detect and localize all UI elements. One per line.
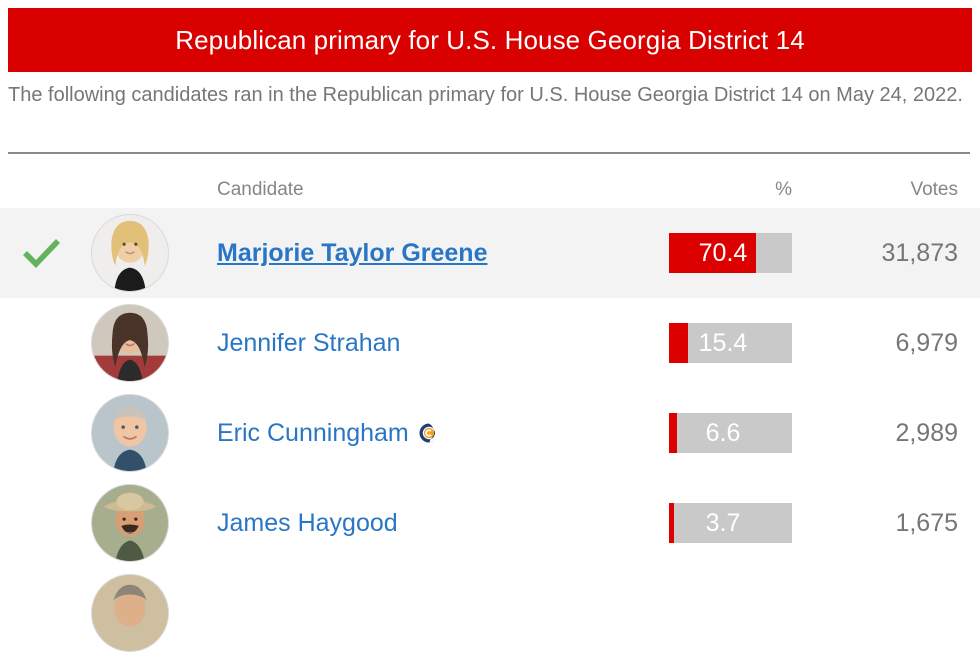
header-avatar-spacer <box>82 170 178 208</box>
header-check-spacer <box>0 170 82 208</box>
check-icon <box>18 230 64 276</box>
page-title: Republican primary for U.S. House Georgi… <box>175 25 805 56</box>
votes-cell: 31,873 <box>825 208 980 298</box>
percent-bar: 3.7 <box>669 503 792 543</box>
votes-value: 1,675 <box>895 509 958 538</box>
election-results-table: Candidate % Votes <box>0 170 980 658</box>
avatar <box>91 484 169 562</box>
candidate-link[interactable]: Marjorie Taylor Greene <box>217 239 487 268</box>
votes-value: 6,979 <box>895 329 958 358</box>
table-row[interactable]: Marjorie Taylor Greene 70.4 31,873 <box>0 208 980 298</box>
table-header-row: Candidate % Votes <box>0 170 980 208</box>
percent-value: 70.4 <box>669 233 792 273</box>
percent-cell: 3.7 <box>639 478 825 568</box>
candidate-link[interactable]: Eric Cunningham <box>217 419 409 448</box>
winner-check-cell <box>0 208 82 298</box>
candidate-name-cell: James Haygood <box>178 478 639 568</box>
page-banner: Republican primary for U.S. House Georgi… <box>8 8 972 72</box>
candidate-avatar-cell <box>82 298 178 388</box>
avatar <box>91 394 169 472</box>
candidate-link[interactable]: James Haygood <box>217 509 398 538</box>
votes-cell: 2,989 <box>825 388 980 478</box>
table-row[interactable]: James Haygood 3.7 1,675 <box>0 478 980 568</box>
column-header-percent: % <box>775 179 792 208</box>
winner-check-cell <box>0 478 82 568</box>
winner-check-cell <box>0 298 82 388</box>
percent-value: 6.6 <box>669 413 792 453</box>
percent-value: 3.7 <box>669 503 792 543</box>
table-row[interactable]: Eric Cunningham 6.6 2,989 <box>0 388 980 478</box>
percent-bar: 6.6 <box>669 413 792 453</box>
candidate-name-cell: Eric Cunningham <box>178 388 639 478</box>
intro-paragraph: The following candidates ran in the Repu… <box>8 80 964 111</box>
avatar <box>91 574 169 652</box>
percent-value: 15.4 <box>669 323 792 363</box>
candidate-avatar-cell <box>82 208 178 298</box>
column-header-candidate: Candidate <box>178 179 304 208</box>
candidate-name-cell: Marjorie Taylor Greene <box>178 208 639 298</box>
candidate-connection-icon[interactable] <box>418 422 440 444</box>
winner-check-cell <box>0 388 82 478</box>
avatar <box>91 304 169 382</box>
avatar <box>91 214 169 292</box>
percent-bar: 15.4 <box>669 323 792 363</box>
candidate-avatar-cell <box>82 478 178 568</box>
votes-cell: 6,979 <box>825 298 980 388</box>
candidate-name-cell: Jennifer Strahan <box>178 298 639 388</box>
percent-cell: 70.4 <box>639 208 825 298</box>
table-row[interactable]: Jennifer Strahan 15.4 6,979 <box>0 298 980 388</box>
percent-bar: 70.4 <box>669 233 792 273</box>
votes-value: 2,989 <box>895 419 958 448</box>
candidate-link[interactable]: Jennifer Strahan <box>217 329 400 358</box>
section-divider <box>8 152 970 154</box>
candidate-avatar-cell <box>82 388 178 478</box>
votes-value: 31,873 <box>882 239 958 268</box>
column-header-votes: Votes <box>910 179 958 208</box>
percent-cell: 15.4 <box>639 298 825 388</box>
percent-cell: 6.6 <box>639 388 825 478</box>
votes-cell: 1,675 <box>825 478 980 568</box>
